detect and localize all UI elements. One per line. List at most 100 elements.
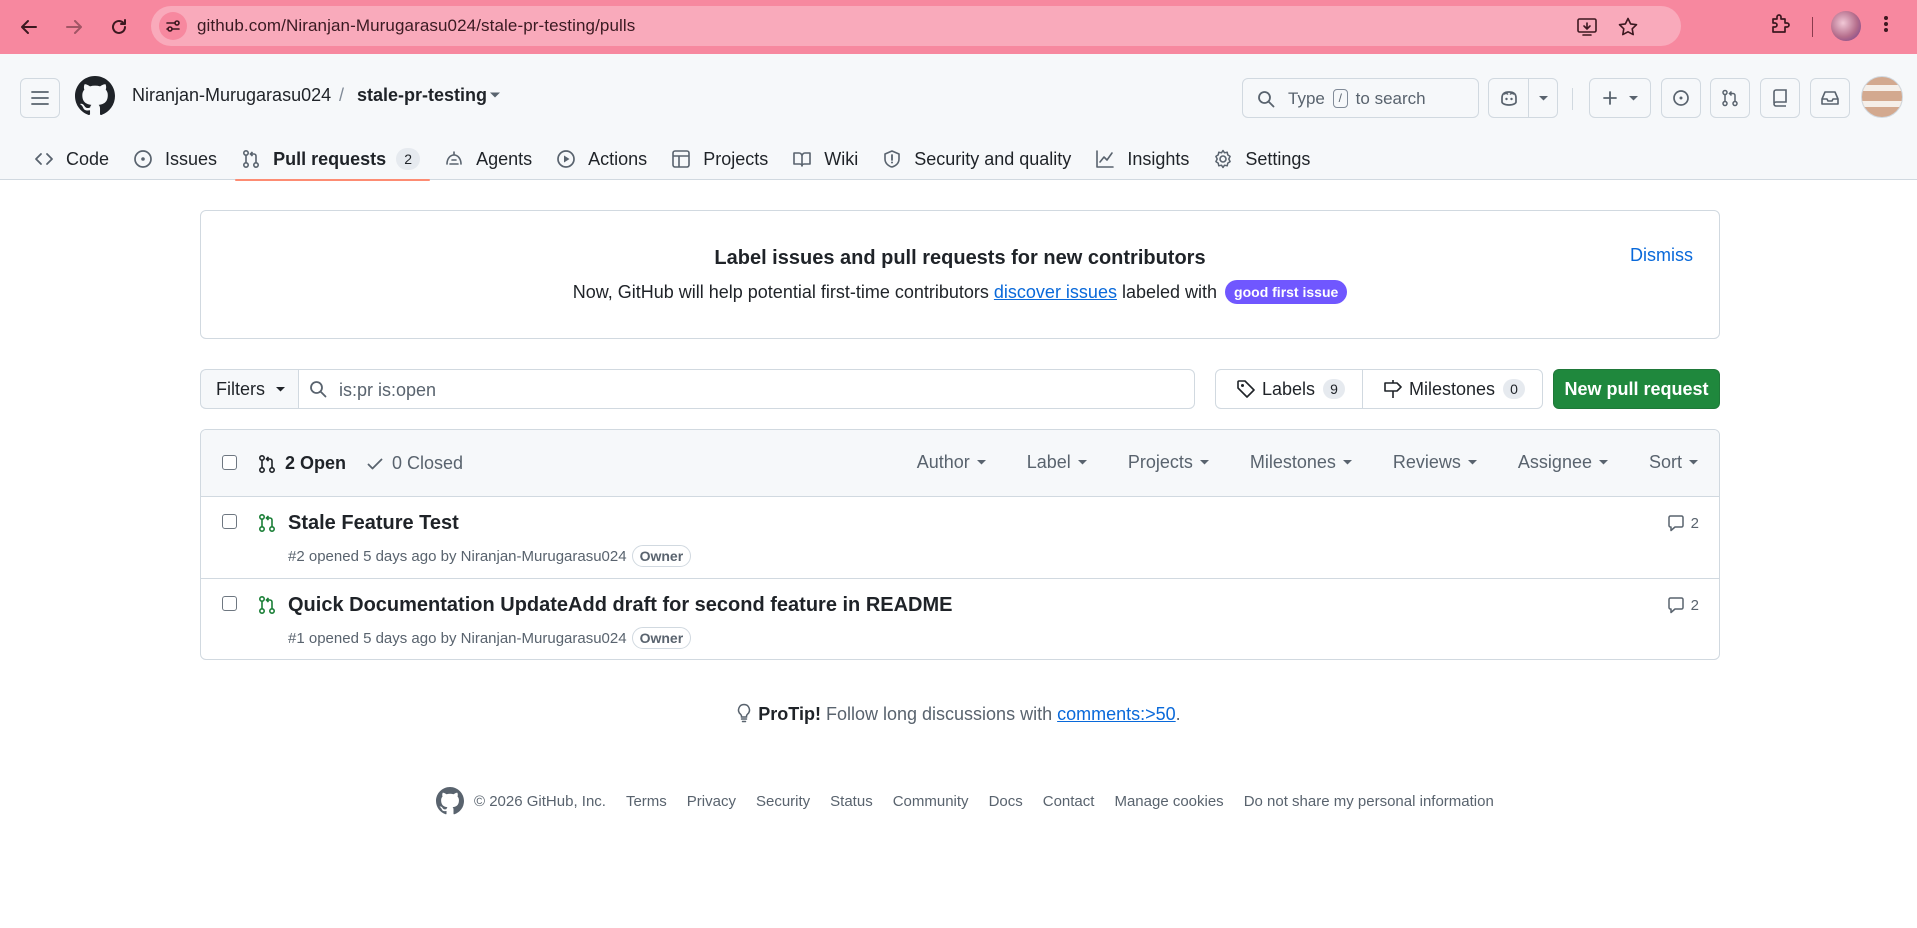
shield-icon bbox=[884, 150, 901, 168]
tab-pull-requests[interactable]: Pull requests 2 bbox=[231, 138, 434, 181]
tab-agents[interactable]: Agents bbox=[434, 138, 546, 180]
discover-issues-link[interactable]: discover issues bbox=[994, 282, 1117, 302]
issue-search-input[interactable] bbox=[339, 378, 1139, 402]
install-app-icon[interactable] bbox=[1576, 16, 1598, 38]
bookmark-star-icon[interactable] bbox=[1617, 16, 1639, 38]
code-icon bbox=[35, 153, 53, 165]
address-bar[interactable]: github.com/Niranjan-Murugarasu024/stale-… bbox=[151, 6, 1681, 46]
extensions-icon[interactable] bbox=[1768, 12, 1792, 36]
tab-code[interactable]: Code bbox=[24, 138, 123, 180]
footer-link-security[interactable]: Security bbox=[756, 793, 810, 810]
light-bulb-icon bbox=[736, 703, 752, 723]
author-link[interactable]: Niranjan-Murugarasu024 bbox=[461, 630, 627, 647]
url-text: github.com/Niranjan-Murugarasu024/stale-… bbox=[197, 16, 636, 35]
browser-menu-icon[interactable] bbox=[1882, 12, 1890, 36]
copilot-icon[interactable] bbox=[1489, 89, 1528, 107]
your-pull-requests-button[interactable] bbox=[1710, 78, 1750, 118]
sort-menu[interactable]: Sort bbox=[1649, 452, 1699, 473]
select-all-checkbox[interactable] bbox=[222, 455, 237, 470]
tab-issues[interactable]: Issues bbox=[123, 138, 231, 180]
filters-dropdown-button[interactable]: Filters bbox=[200, 369, 298, 409]
gear-icon bbox=[1215, 149, 1232, 169]
pull-request-meta: #1 opened 5 days ago by Niranjan-Murugar… bbox=[288, 627, 692, 649]
footer-link-docs[interactable]: Docs bbox=[989, 793, 1023, 810]
play-icon bbox=[557, 150, 576, 168]
dismiss-button[interactable]: Dismiss bbox=[1630, 245, 1693, 266]
tab-label: Actions bbox=[588, 148, 648, 169]
milestones-filter-menu[interactable]: Milestones bbox=[1250, 452, 1353, 473]
footer-link-manage-cookies[interactable]: Manage cookies bbox=[1114, 793, 1223, 810]
search-placeholder: Type / to search bbox=[1288, 89, 1426, 108]
tab-projects[interactable]: Projects bbox=[661, 138, 782, 180]
forward-icon[interactable] bbox=[59, 12, 89, 42]
site-footer: © 2026 GitHub, Inc. Terms Privacy Securi… bbox=[436, 787, 1514, 815]
comment-icon bbox=[1667, 515, 1684, 532]
global-search-input[interactable]: Type / to search bbox=[1242, 78, 1479, 118]
check-icon bbox=[367, 458, 383, 469]
footer-link-do-not-share[interactable]: Do not share my personal information bbox=[1244, 793, 1494, 810]
footer-link-status[interactable]: Status bbox=[830, 793, 873, 810]
repo-name-link[interactable]: stale-pr-testing bbox=[357, 85, 487, 106]
repositories-button[interactable] bbox=[1760, 78, 1800, 118]
tab-label: Issues bbox=[165, 148, 218, 169]
browser-profile-avatar[interactable] bbox=[1831, 11, 1861, 41]
repo-nav-tabs: Code Issues Pull requests 2 Agents Actio… bbox=[24, 138, 1324, 181]
comments-link[interactable]: 2 bbox=[1667, 596, 1699, 614]
site-info-icon[interactable] bbox=[159, 12, 187, 40]
copilot-menu-caret-icon[interactable] bbox=[1529, 95, 1557, 102]
book-icon bbox=[793, 152, 812, 167]
milestones-button[interactable]: Milestones 0 bbox=[1363, 370, 1541, 408]
tab-security[interactable]: Security and quality bbox=[872, 138, 1085, 180]
global-menu-button[interactable] bbox=[20, 78, 60, 118]
row-checkbox[interactable] bbox=[222, 514, 237, 529]
user-avatar[interactable] bbox=[1861, 76, 1903, 118]
closed-filter-link[interactable]: 0 Closed bbox=[366, 453, 463, 474]
footer-link-contact[interactable]: Contact bbox=[1043, 793, 1095, 810]
label-filter-menu[interactable]: Label bbox=[1027, 452, 1088, 473]
assignee-filter-menu[interactable]: Assignee bbox=[1518, 452, 1609, 473]
toolbar-divider bbox=[1812, 17, 1813, 37]
repo-switcher-caret-icon[interactable] bbox=[489, 91, 501, 99]
footer-link-community[interactable]: Community bbox=[893, 793, 969, 810]
pull-request-title-link[interactable]: Quick Documentation UpdateAdd draft for … bbox=[288, 594, 953, 617]
milestones-count: 0 bbox=[1503, 379, 1526, 399]
author-filter-menu[interactable]: Author bbox=[917, 452, 987, 473]
new-pull-request-button[interactable]: New pull request bbox=[1553, 369, 1720, 409]
comment-icon bbox=[1667, 597, 1684, 614]
github-logo-icon[interactable] bbox=[75, 76, 115, 116]
your-issues-button[interactable] bbox=[1661, 78, 1701, 118]
git-pull-request-icon bbox=[243, 149, 260, 169]
tab-label: Code bbox=[66, 148, 110, 169]
table-icon bbox=[672, 150, 690, 168]
back-icon[interactable] bbox=[14, 12, 44, 42]
open-filter-link[interactable]: 2 Open bbox=[257, 453, 346, 474]
footer-link-privacy[interactable]: Privacy bbox=[687, 793, 736, 810]
tab-actions[interactable]: Actions bbox=[546, 138, 661, 180]
tag-icon bbox=[1237, 380, 1255, 398]
tab-label: Insights bbox=[1127, 148, 1190, 169]
issue-search-field[interactable] bbox=[298, 369, 1195, 409]
author-link[interactable]: Niranjan-Murugarasu024 bbox=[461, 548, 627, 565]
github-mark-icon[interactable] bbox=[436, 787, 464, 815]
notifications-button[interactable] bbox=[1810, 78, 1850, 118]
tab-settings[interactable]: Settings bbox=[1203, 138, 1324, 180]
good-first-issue-label[interactable]: good first issue bbox=[1225, 280, 1348, 304]
comments-link[interactable]: 2 bbox=[1667, 514, 1699, 532]
agents-icon bbox=[446, 151, 462, 165]
projects-filter-menu[interactable]: Projects bbox=[1128, 452, 1210, 473]
chevron-down-icon bbox=[1628, 95, 1638, 100]
tab-wiki[interactable]: Wiki bbox=[782, 138, 872, 180]
state-toggle: 2 Open 0 Closed bbox=[257, 453, 463, 474]
protip-query-link[interactable]: comments:>50 bbox=[1057, 704, 1176, 724]
footer-link-terms[interactable]: Terms bbox=[626, 793, 667, 810]
labels-button[interactable]: Labels 9 bbox=[1216, 370, 1362, 408]
reload-icon[interactable] bbox=[104, 12, 134, 42]
row-checkbox[interactable] bbox=[222, 596, 237, 611]
copilot-split-button[interactable] bbox=[1488, 78, 1558, 118]
tab-insights[interactable]: Insights bbox=[1085, 138, 1203, 180]
repo-owner-link[interactable]: Niranjan-Murugarasu024 bbox=[132, 85, 331, 106]
inbox-icon bbox=[1821, 91, 1839, 105]
create-new-button[interactable] bbox=[1589, 78, 1651, 118]
pull-request-title-link[interactable]: Stale Feature Test bbox=[288, 512, 459, 535]
reviews-filter-menu[interactable]: Reviews bbox=[1393, 452, 1478, 473]
